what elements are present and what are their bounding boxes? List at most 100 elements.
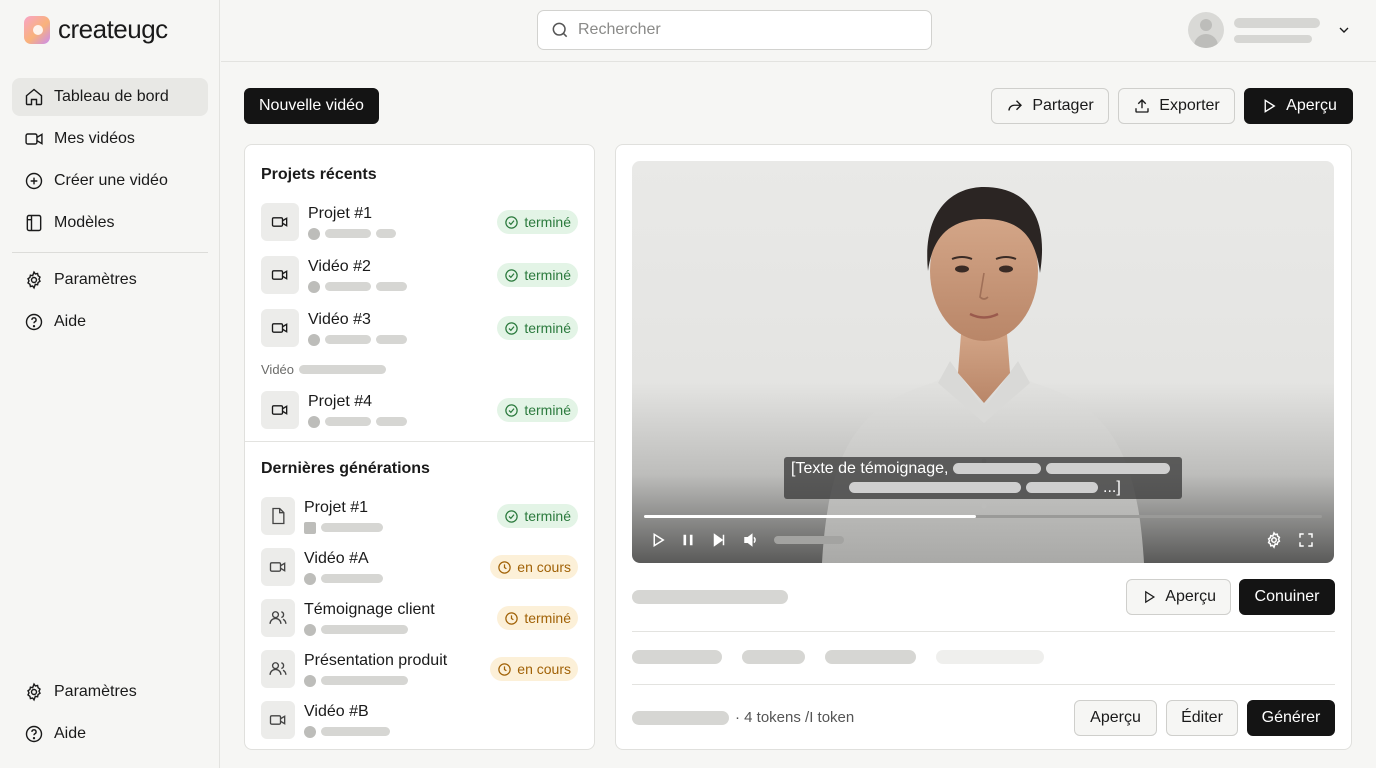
- tab-placeholder[interactable]: [825, 650, 916, 664]
- skip-next-icon[interactable]: [710, 531, 728, 549]
- sidebar-footer-settings[interactable]: Paramètres: [12, 673, 208, 711]
- status-badge-label: terminé: [524, 320, 571, 336]
- logo[interactable]: createugc: [24, 14, 168, 45]
- caption-bar: [849, 482, 1021, 493]
- list-item-meta: [308, 415, 497, 428]
- clock-icon: [308, 280, 320, 293]
- sidebar-item-settings[interactable]: Paramètres: [12, 261, 208, 299]
- clock-icon: [308, 333, 320, 346]
- status-badge-label: terminé: [524, 402, 571, 418]
- clock-icon: [304, 674, 316, 687]
- upload-icon: [1135, 99, 1149, 113]
- play-icon: [1264, 99, 1276, 113]
- volume-icon[interactable]: [742, 531, 760, 549]
- fullscreen-icon[interactable]: [1297, 531, 1315, 549]
- user-menu[interactable]: [1188, 12, 1352, 48]
- list-item-title: Présentation produit: [304, 651, 448, 669]
- list-item[interactable]: Vidéo #3 terminé: [261, 308, 578, 348]
- new-video-button[interactable]: Nouvelle vidéo: [244, 88, 379, 124]
- tab-placeholder[interactable]: [632, 650, 722, 664]
- top-bar: [221, 0, 1376, 62]
- recent-projects-title: Projets récents: [261, 166, 377, 183]
- user-name-bar: [1234, 17, 1320, 28]
- gear-icon: [27, 682, 41, 702]
- list-item[interactable]: Vidéo #A en cours: [261, 547, 578, 587]
- status-badge-label: terminé: [524, 214, 571, 230]
- play-icon: [1145, 590, 1156, 604]
- search-input[interactable]: [578, 21, 898, 39]
- sidebar-item-dashboard[interactable]: Tableau de bord: [12, 78, 208, 116]
- editor-preview-label: Aperçu: [1165, 588, 1216, 605]
- status-badge: en cours: [490, 555, 578, 579]
- meta-bar: [376, 282, 407, 291]
- avatar[interactable]: [1188, 12, 1224, 48]
- continue-button[interactable]: Conuiner: [1239, 579, 1335, 615]
- gear-icon: [27, 270, 41, 290]
- list-item-title: Témoignage client: [304, 600, 435, 618]
- meta-bar: [325, 282, 371, 291]
- sidebar-item-label: Paramètres: [54, 683, 137, 700]
- list-item[interactable]: Vidéo #B: [261, 700, 578, 740]
- list-item[interactable]: Présentation produit en cours: [261, 649, 578, 689]
- clock-icon: [505, 611, 519, 625]
- status-badge: en cours: [490, 657, 578, 681]
- video-player[interactable]: [Texte de témoignage, ...]: [632, 161, 1334, 563]
- footer-preview-button[interactable]: Aperçu: [1074, 700, 1157, 736]
- play-icon[interactable]: [649, 531, 667, 549]
- edit-button[interactable]: Éditer: [1166, 700, 1238, 736]
- sidebar-footer-help[interactable]: Aide: [12, 715, 208, 753]
- status-badge: terminé: [497, 606, 578, 630]
- group-header: Vidéo: [261, 362, 387, 377]
- gear-icon[interactable]: [1265, 531, 1283, 549]
- list-item[interactable]: Vidéo #2 terminé: [261, 255, 578, 295]
- clock-icon: [498, 662, 512, 676]
- clock-icon: [308, 227, 320, 240]
- chevron-down-icon[interactable]: [1336, 22, 1352, 38]
- sidebar-item-my-videos[interactable]: Mes vidéos: [12, 120, 208, 158]
- clock-icon: [304, 725, 316, 738]
- sidebar-item-label: Aide: [54, 725, 87, 742]
- share-icon: [1008, 100, 1023, 111]
- caption-line: [Texte de témoignage,: [791, 459, 1175, 478]
- list-item-meta: [308, 227, 497, 240]
- progress-bar[interactable]: [644, 515, 1322, 518]
- logo-text: createugc: [58, 14, 168, 44]
- list-item[interactable]: Projet #1 terminé: [261, 496, 578, 536]
- list-item-title: Vidéo #B: [304, 702, 369, 720]
- meta-bar: [321, 523, 383, 532]
- meta-bar: [321, 727, 390, 736]
- meta-bar: [376, 229, 396, 238]
- sidebar-item-help[interactable]: Aide: [12, 303, 208, 341]
- volume-slider[interactable]: [774, 536, 844, 544]
- latest-generations-title: Dernières générations: [261, 460, 430, 477]
- status-badge-label: terminé: [524, 508, 571, 524]
- list-item[interactable]: Projet #1 terminé: [261, 202, 578, 242]
- editor-preview-button[interactable]: Aperçu: [1126, 579, 1231, 615]
- clock-icon: [304, 572, 316, 585]
- sidebar-item-templates[interactable]: Modèles: [12, 204, 208, 242]
- meta-bar: [321, 676, 408, 685]
- sidebar-item-label: Aide: [54, 313, 87, 330]
- tab-placeholder[interactable]: [936, 650, 1044, 664]
- generate-button[interactable]: Générer: [1247, 700, 1335, 736]
- pause-icon[interactable]: [679, 531, 697, 549]
- section-divider: [245, 441, 594, 442]
- clock-icon: [308, 415, 320, 428]
- tab-placeholder[interactable]: [742, 650, 805, 664]
- status-badge: terminé: [497, 504, 578, 528]
- token-info: · 4 tokens /I token: [632, 709, 854, 726]
- sidebar-item-create-video[interactable]: Créer une vidéo: [12, 162, 208, 200]
- preview-button[interactable]: Aperçu: [1244, 88, 1353, 124]
- export-button[interactable]: Exporter: [1118, 88, 1235, 124]
- list-item[interactable]: Témoignage client terminé: [261, 598, 578, 638]
- share-button[interactable]: Partager: [991, 88, 1109, 124]
- video-icon: [261, 256, 299, 294]
- help-icon: [25, 725, 43, 743]
- clock-icon: [498, 560, 512, 574]
- sidebar-item-label: Modèles: [54, 214, 115, 231]
- search-box[interactable]: [537, 10, 932, 50]
- list-item-title: Projet #1: [304, 498, 369, 516]
- video-icon: [25, 133, 43, 145]
- header-actions: Partager Exporter Aperçu: [991, 88, 1353, 124]
- list-item[interactable]: Projet #4 terminé: [261, 390, 578, 430]
